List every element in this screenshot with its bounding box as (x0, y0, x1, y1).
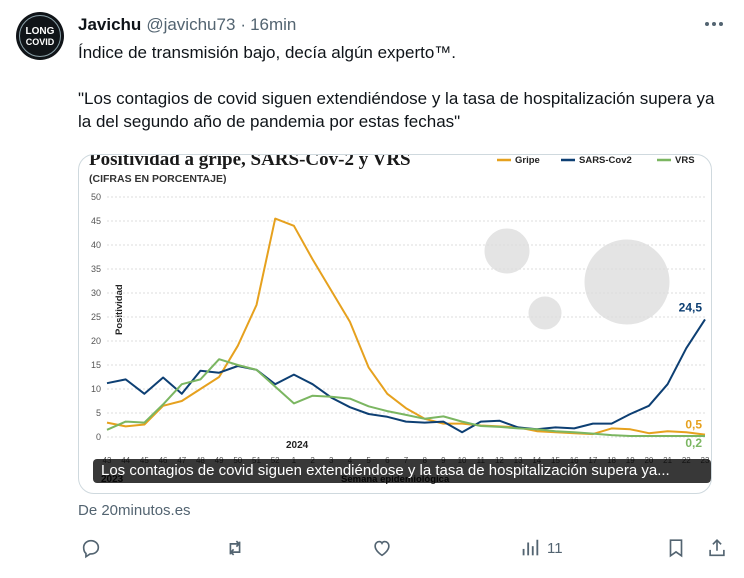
chart-y-ticks: 0 5 10 15 20 25 30 35 40 45 50 (91, 192, 101, 442)
reply-icon (82, 539, 100, 559)
y-tick-10: 10 (91, 384, 101, 394)
repost-button[interactable] (224, 536, 246, 560)
link-source[interactable]: De 20minutos.es (78, 502, 191, 519)
views-icon (522, 539, 539, 556)
chart-subtitle: (CIFRAS EN PORCENTAJE) (89, 173, 226, 185)
end-label-1: 0,5 (685, 418, 702, 432)
more-options-icon[interactable] (702, 14, 726, 34)
series-line-vrs (106, 358, 705, 437)
media-caption: Los contagios de covid siguen extendiénd… (93, 459, 711, 483)
media-card[interactable]: Positividad a gripe, SARS-Cov-2 y VRS (C… (78, 154, 712, 494)
bookmark-icon (669, 539, 683, 558)
tweet-text-quote: "Los contagios de covid siguen extendién… (78, 89, 715, 131)
y-tick-35: 35 (91, 264, 101, 274)
timestamp[interactable]: 16min (250, 15, 296, 35)
heart-icon (374, 540, 390, 557)
author-name[interactable]: Javichu (78, 15, 141, 35)
avatar[interactable]: LONG COVID (16, 12, 64, 60)
legend-label-2: VRS (675, 155, 695, 166)
repost-icon (229, 540, 241, 556)
y-tick-20: 20 (91, 336, 101, 346)
virus-illustration (484, 228, 670, 330)
legend-label-1: SARS-Cov2 (579, 155, 632, 166)
virus-medium (484, 228, 530, 274)
action-bar: 11 (78, 534, 730, 562)
tweet: LONG COVID Javichu @javichu73 · 16min Ín… (0, 0, 744, 578)
y-tick-40: 40 (91, 240, 101, 250)
chart-ylabel: Positividad (114, 284, 125, 335)
chart-grid (107, 196, 705, 438)
end-label-0: 24,5 (679, 300, 703, 314)
reply-button[interactable] (80, 536, 102, 560)
y-tick-15: 15 (91, 360, 101, 370)
chart-legend: Gripe SARS-Cov2 VRS (497, 155, 695, 166)
author-handle[interactable]: @javichu73 (146, 15, 235, 35)
like-button[interactable] (371, 536, 393, 560)
y-tick-25: 25 (91, 312, 101, 322)
end-label-2: 0,2 (685, 436, 702, 450)
share-icon (709, 539, 725, 557)
virus-small (528, 296, 562, 330)
y-tick-30: 30 (91, 288, 101, 298)
views-count: 11 (547, 539, 563, 557)
chart: Positividad a gripe, SARS-Cov-2 y VRS (C… (89, 155, 710, 485)
tweet-text-line-1: Índice de transmisión bajo, decía algún … (78, 43, 457, 62)
avatar-text-long: LONG (25, 26, 55, 37)
y-tick-45: 45 (91, 216, 101, 226)
chart-title: Positividad a gripe, SARS-Cov-2 y VRS (89, 155, 411, 170)
y-tick-50: 50 (91, 192, 101, 202)
legend-label-0: Gripe (515, 155, 540, 166)
bookmark-button[interactable] (665, 536, 687, 560)
y-tick-5: 5 (96, 408, 101, 418)
virus-large (584, 239, 670, 325)
tweet-header: Javichu @javichu73 · 16min (78, 14, 296, 36)
avatar-text-covid: COVID (25, 37, 55, 47)
tweet-text: Índice de transmisión bajo, decía algún … (78, 41, 718, 133)
chart-year-2024: 2024 (286, 440, 309, 451)
views-button[interactable]: 11 (519, 536, 563, 560)
y-tick-0: 0 (96, 432, 101, 442)
chart-end-labels: 24,5 0,5 0,2 (679, 300, 703, 450)
separator-dot: · (240, 15, 247, 34)
share-button[interactable] (706, 536, 728, 560)
